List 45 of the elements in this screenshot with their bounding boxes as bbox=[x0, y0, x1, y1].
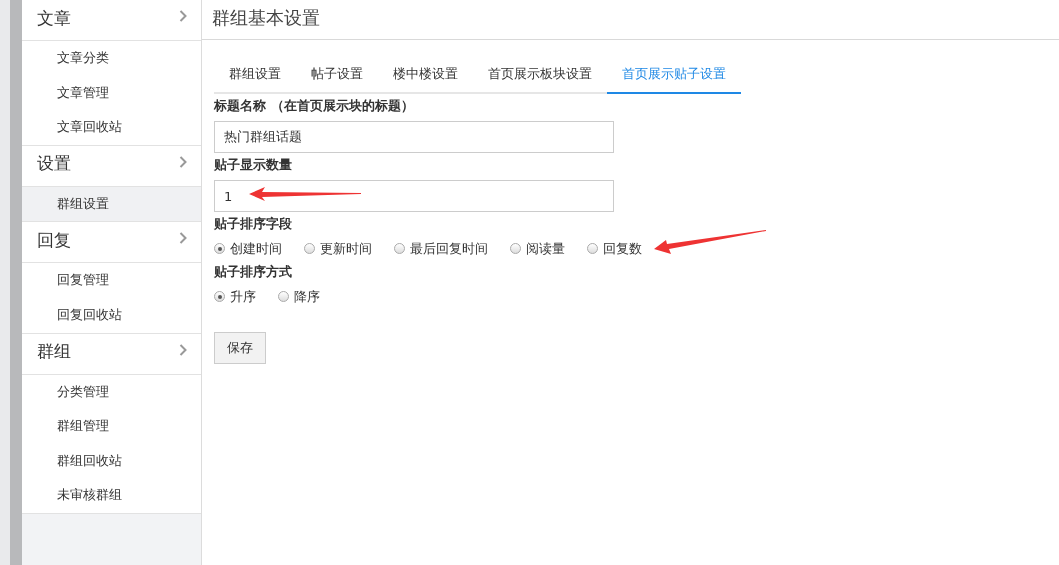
radio-option[interactable]: 最后回复时间 bbox=[394, 240, 488, 257]
tab[interactable]: 帖子设置 bbox=[296, 58, 378, 94]
sidebar-item[interactable]: 群组设置 bbox=[22, 186, 201, 222]
radio-button[interactable] bbox=[278, 291, 289, 302]
save-button[interactable]: 保存 bbox=[214, 332, 266, 364]
chevron-right-icon bbox=[179, 10, 187, 22]
tab[interactable]: 首页展示贴子设置 bbox=[607, 58, 741, 94]
sidebar-group-header[interactable]: 文章 bbox=[22, 0, 201, 41]
radio-option[interactable]: 升序 bbox=[214, 288, 256, 305]
radio-button[interactable] bbox=[394, 243, 405, 254]
field-label: 贴子显示数量 bbox=[214, 156, 293, 173]
sidebar-item[interactable]: 文章分类 bbox=[22, 41, 201, 76]
radio-button[interactable] bbox=[510, 243, 521, 254]
radio-button[interactable] bbox=[304, 243, 315, 254]
input-field[interactable]: 热门群组话题 bbox=[214, 121, 614, 153]
radio-option[interactable]: 回复数 bbox=[587, 240, 642, 257]
sidebar-group-header[interactable]: 回复 bbox=[22, 222, 201, 264]
field-label: 标题名称 （在首页展示块的标题） bbox=[214, 97, 415, 114]
sidebar-group-header[interactable]: 群组 bbox=[22, 333, 201, 375]
radio-option[interactable]: 降序 bbox=[278, 288, 320, 305]
field-label: 贴子排序字段 bbox=[214, 215, 293, 232]
radio-option[interactable]: 更新时间 bbox=[304, 240, 372, 257]
chevron-right-icon bbox=[179, 343, 187, 356]
tab[interactable]: 群组设置 bbox=[214, 58, 296, 94]
radio-button[interactable] bbox=[214, 291, 225, 302]
sidebar-item[interactable]: 回复管理 bbox=[22, 263, 201, 298]
tab[interactable]: 楼中楼设置 bbox=[378, 58, 473, 94]
radio-option[interactable]: 创建时间 bbox=[214, 240, 282, 257]
tab[interactable]: 首页展示板块设置 bbox=[473, 58, 607, 94]
sidebar-item[interactable]: 未审核群组 bbox=[22, 478, 201, 513]
radio-button[interactable] bbox=[587, 243, 598, 254]
field-label: 贴子排序方式 bbox=[214, 263, 293, 280]
sidebar-group-header[interactable]: 设置 bbox=[22, 145, 201, 187]
radio-button[interactable] bbox=[214, 243, 225, 254]
sidebar-item[interactable]: 文章管理 bbox=[22, 75, 201, 111]
page-title: 群组基本设置 bbox=[212, 5, 320, 30]
radio-option[interactable]: 阅读量 bbox=[510, 240, 565, 257]
sidebar-item[interactable]: 群组管理 bbox=[22, 409, 201, 444]
sidebar-item[interactable]: 回复回收站 bbox=[22, 297, 201, 333]
sidebar-item[interactable]: 群组回收站 bbox=[22, 443, 201, 479]
chevron-right-icon bbox=[179, 155, 187, 168]
sidebar-item[interactable]: 文章回收站 bbox=[22, 110, 201, 145]
sidebar-item[interactable]: 分类管理 bbox=[22, 374, 201, 410]
chevron-right-icon bbox=[179, 232, 187, 245]
input-field[interactable]: 1 bbox=[214, 180, 614, 212]
